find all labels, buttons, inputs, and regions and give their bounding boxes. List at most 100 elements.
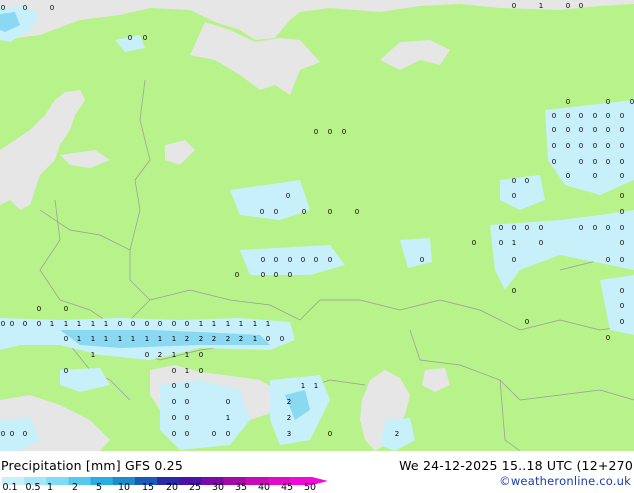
svg-text:1: 1: [91, 320, 95, 328]
svg-text:0: 0: [301, 256, 305, 264]
svg-text:0: 0: [620, 192, 624, 200]
svg-text:1: 1: [239, 320, 243, 328]
svg-text:1: 1: [158, 335, 162, 343]
svg-text:0: 0: [261, 256, 265, 264]
colorbar-tick-label: 35: [234, 482, 248, 493]
svg-text:0: 0: [64, 367, 68, 375]
svg-text:0: 0: [620, 112, 624, 120]
svg-text:0: 0: [328, 256, 332, 264]
colorbar-tick-label: 40: [257, 482, 271, 493]
svg-text:0: 0: [593, 112, 597, 120]
svg-text:1: 1: [226, 320, 230, 328]
colorbar-ticks: 0.1 0.5 1 2 5 10 15 20 25 30 35 40 45 50: [0, 482, 340, 493]
colorbar-tick-label: 0.1: [2, 482, 18, 493]
precipitation-map[interactable]: 0 0 0 0 0 0 0 0 0 0 0 0 0 0 0 0 0 0 0 0 0 0 0 0 0 0 0 0 0 0 0 0…: [0, 0, 634, 451]
svg-text:0: 0: [620, 172, 624, 180]
svg-text:0: 0: [593, 172, 597, 180]
map-title: Precipitation [mm] GFS 0.25: [1, 458, 183, 473]
svg-text:0: 0: [274, 271, 278, 279]
svg-text:1: 1: [91, 335, 95, 343]
colorbar-tick-label: 20: [165, 482, 179, 493]
svg-text:2: 2: [226, 335, 230, 343]
map-footer: Precipitation [mm] GFS 0.25 We 24-12-202…: [0, 451, 634, 493]
svg-text:0: 0: [143, 34, 147, 42]
colorbar-tick-label: 25: [188, 482, 202, 493]
svg-text:0: 0: [355, 208, 359, 216]
svg-text:0: 0: [23, 430, 27, 438]
colorbar-tick-label: 1: [46, 482, 54, 493]
svg-text:0: 0: [593, 142, 597, 150]
svg-text:0: 0: [593, 126, 597, 134]
svg-text:0: 0: [274, 208, 278, 216]
svg-text:0: 0: [23, 4, 27, 12]
svg-text:0: 0: [64, 305, 68, 313]
svg-text:0: 0: [10, 430, 14, 438]
svg-text:0: 0: [579, 224, 583, 232]
svg-text:0: 0: [566, 126, 570, 134]
svg-text:0: 0: [552, 158, 556, 166]
svg-text:0: 0: [172, 382, 176, 390]
credit-link[interactable]: ©weatheronline.co.uk: [499, 474, 631, 488]
svg-text:2: 2: [239, 335, 243, 343]
colorbar-tick-label: 30: [211, 482, 225, 493]
svg-text:0: 0: [525, 177, 529, 185]
svg-text:1: 1: [301, 382, 305, 390]
svg-text:0: 0: [199, 367, 203, 375]
svg-text:1: 1: [118, 335, 122, 343]
svg-text:0: 0: [172, 398, 176, 406]
svg-text:0: 0: [274, 256, 278, 264]
svg-text:0: 0: [328, 128, 332, 136]
svg-text:0: 0: [185, 398, 189, 406]
colorbar-tick-label: 5: [95, 482, 103, 493]
svg-text:0: 0: [630, 98, 634, 106]
svg-text:1: 1: [512, 239, 516, 247]
svg-text:1: 1: [212, 320, 216, 328]
svg-text:1: 1: [131, 335, 135, 343]
svg-text:2: 2: [199, 335, 203, 343]
svg-text:0: 0: [525, 318, 529, 326]
svg-text:2: 2: [212, 335, 216, 343]
svg-text:1: 1: [145, 335, 149, 343]
svg-text:0: 0: [566, 112, 570, 120]
svg-text:0: 0: [472, 239, 476, 247]
svg-text:0: 0: [172, 367, 176, 375]
svg-text:1: 1: [50, 320, 54, 328]
svg-text:1: 1: [266, 320, 270, 328]
colorbar-tick-label: 50: [303, 482, 317, 493]
svg-text:0: 0: [525, 224, 529, 232]
svg-text:1: 1: [185, 367, 189, 375]
svg-text:0: 0: [261, 271, 265, 279]
svg-text:0: 0: [579, 2, 583, 10]
svg-text:0: 0: [302, 208, 306, 216]
svg-text:0: 0: [552, 142, 556, 150]
svg-text:1: 1: [172, 351, 176, 359]
svg-text:0: 0: [566, 172, 570, 180]
svg-text:0: 0: [579, 158, 583, 166]
svg-text:0: 0: [539, 224, 543, 232]
svg-text:0: 0: [420, 256, 424, 264]
svg-text:0: 0: [512, 287, 516, 295]
colorbar-tick-label: 10: [117, 482, 131, 493]
svg-text:0: 0: [199, 351, 203, 359]
svg-text:0: 0: [280, 335, 284, 343]
svg-text:0: 0: [620, 208, 624, 216]
svg-text:0: 0: [342, 128, 346, 136]
svg-text:3: 3: [287, 430, 291, 438]
svg-text:1: 1: [539, 2, 543, 10]
svg-text:1: 1: [77, 335, 81, 343]
svg-text:0: 0: [314, 128, 318, 136]
svg-text:0: 0: [620, 239, 624, 247]
svg-text:0: 0: [172, 430, 176, 438]
svg-text:1: 1: [172, 335, 176, 343]
svg-text:0: 0: [1, 430, 5, 438]
svg-text:0: 0: [620, 287, 624, 295]
svg-text:0: 0: [145, 320, 149, 328]
svg-text:0: 0: [37, 320, 41, 328]
colorbar-tick-label: 45: [280, 482, 294, 493]
svg-text:0: 0: [512, 2, 516, 10]
svg-text:0: 0: [606, 158, 610, 166]
svg-text:0: 0: [10, 320, 14, 328]
svg-text:0: 0: [50, 4, 54, 12]
svg-text:0: 0: [566, 2, 570, 10]
colorbar-tick-label: 15: [141, 482, 155, 493]
